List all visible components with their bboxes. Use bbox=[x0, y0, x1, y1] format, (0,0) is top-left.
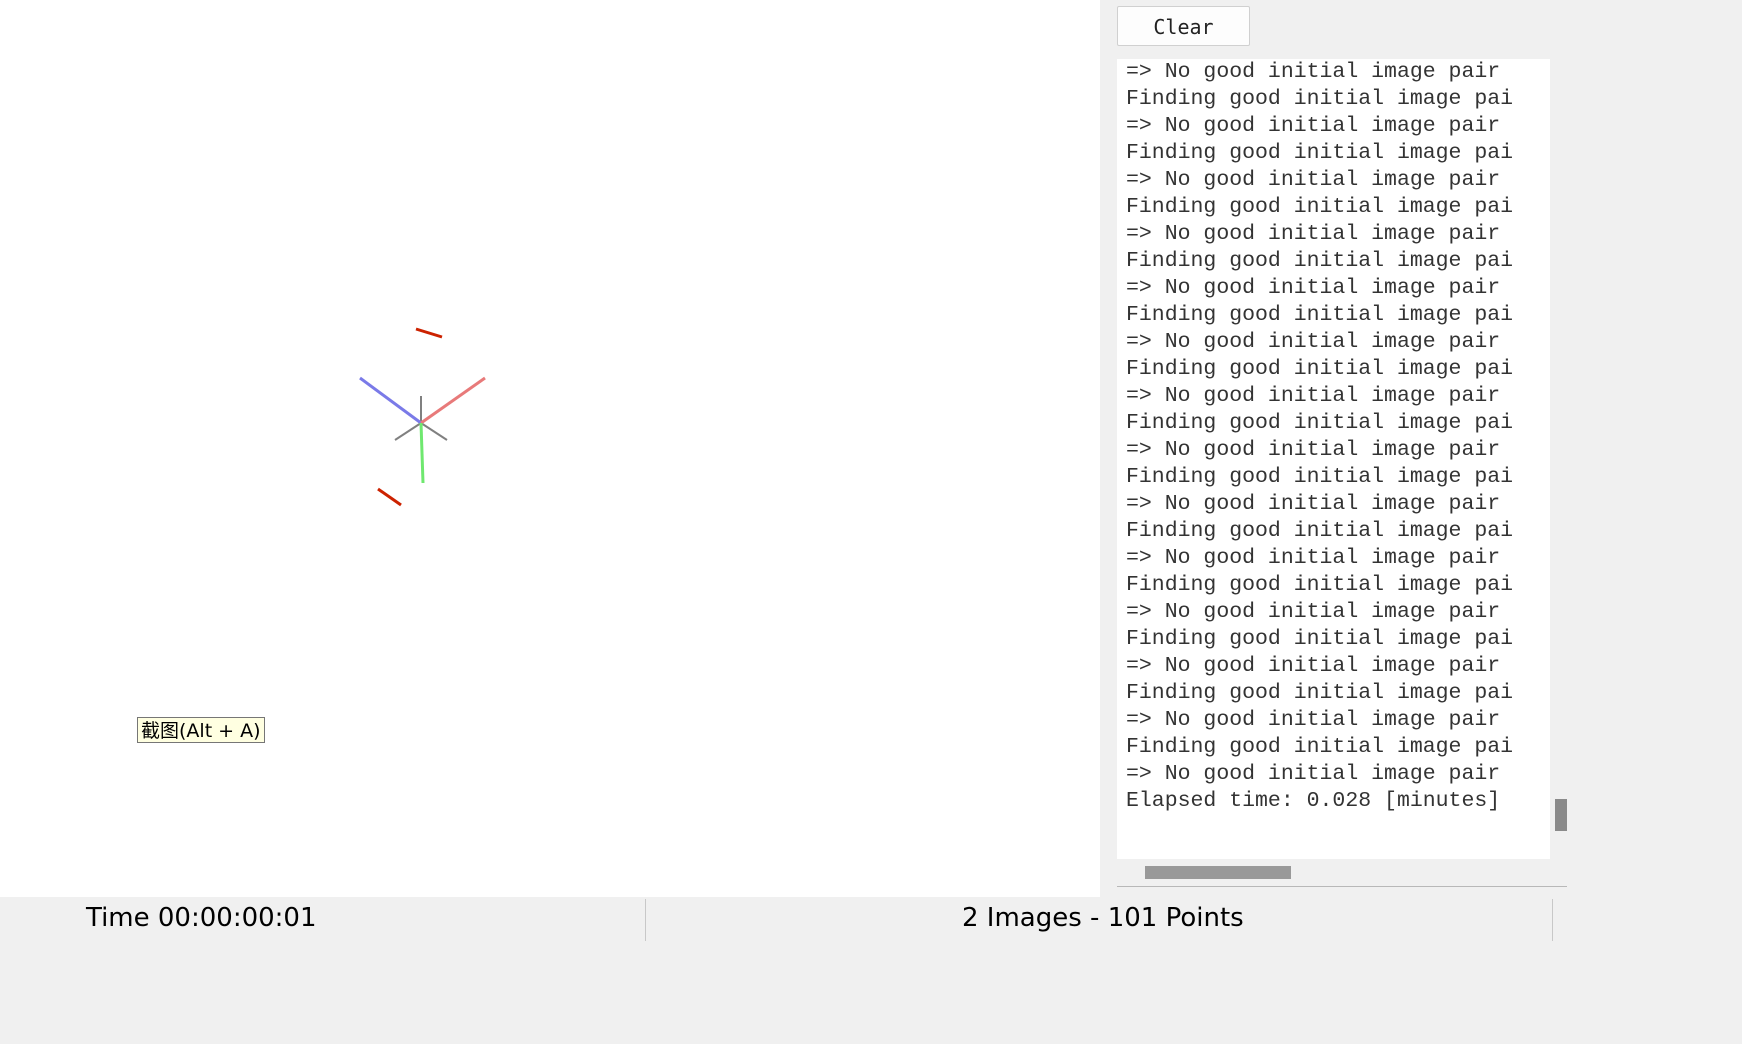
camera-frustum[interactable] bbox=[377, 487, 402, 507]
log-line: Finding good initial image pai bbox=[1126, 681, 1514, 705]
status-divider bbox=[1552, 899, 1553, 941]
log-line: => No good initial image pair bbox=[1126, 222, 1501, 246]
elapsed-time-label: Time 00:00:00:01 bbox=[86, 903, 317, 933]
log-line: Finding good initial image pai bbox=[1126, 141, 1514, 165]
log-line: Finding good initial image pai bbox=[1126, 735, 1514, 759]
clear-button[interactable]: Clear bbox=[1117, 6, 1250, 46]
log-line: => No good initial image pair bbox=[1126, 654, 1501, 678]
z-axis bbox=[359, 376, 422, 425]
log-output[interactable]: => No good initial image pair Finding goo… bbox=[1117, 59, 1550, 859]
log-line: Finding good initial image pai bbox=[1126, 195, 1514, 219]
log-line: => No good initial image pair bbox=[1126, 330, 1501, 354]
log-line: => No good initial image pair bbox=[1126, 114, 1501, 138]
log-line: Elapsed time: 0.028 [minutes] bbox=[1126, 789, 1501, 813]
log-line: => No good initial image pair bbox=[1126, 762, 1501, 786]
horizontal-scrollbar-thumb[interactable] bbox=[1145, 866, 1291, 879]
status-divider bbox=[645, 899, 646, 941]
log-panel: Clear => No good initial image pair Findi… bbox=[1100, 0, 1742, 997]
y-axis bbox=[419, 422, 425, 484]
log-line: Finding good initial image pai bbox=[1126, 87, 1514, 111]
log-line: => No good initial image pair bbox=[1126, 600, 1501, 624]
log-line: => No good initial image pair bbox=[1126, 546, 1501, 570]
scene-canvas[interactable] bbox=[0, 0, 1100, 997]
vertical-scrollbar-thumb[interactable] bbox=[1555, 799, 1567, 831]
horizontal-scrollbar[interactable] bbox=[1117, 859, 1567, 887]
log-line: => No good initial image pair bbox=[1126, 168, 1501, 192]
log-line: => No good initial image pair bbox=[1126, 438, 1501, 462]
x-axis bbox=[420, 376, 486, 425]
grid-line bbox=[420, 422, 448, 441]
log-lines: => No good initial image pair Finding goo… bbox=[1126, 59, 1513, 815]
image-point-count-label: 2 Images - 101 Points bbox=[962, 903, 1244, 933]
log-line: => No good initial image pair bbox=[1126, 492, 1501, 516]
log-line: Finding good initial image pai bbox=[1126, 519, 1514, 543]
log-line: Finding good initial image pai bbox=[1126, 357, 1514, 381]
log-line: => No good initial image pair bbox=[1126, 384, 1501, 408]
3d-viewport[interactable]: 截图(Alt + A) bbox=[0, 0, 1100, 997]
log-line: Finding good initial image pai bbox=[1126, 573, 1514, 597]
log-line: Finding good initial image pai bbox=[1126, 249, 1514, 273]
log-line: => No good initial image pair bbox=[1126, 708, 1501, 732]
app-window: 截图(Alt + A) Clear => No good initial ima… bbox=[0, 0, 1742, 1044]
grid-line bbox=[394, 422, 422, 441]
log-line: Finding good initial image pai bbox=[1126, 303, 1514, 327]
log-line: Finding good initial image pai bbox=[1126, 411, 1514, 435]
log-line: => No good initial image pair bbox=[1126, 60, 1501, 84]
log-line: Finding good initial image pai bbox=[1126, 627, 1514, 651]
screenshot-tooltip: 截图(Alt + A) bbox=[137, 717, 265, 743]
log-line: => No good initial image pair bbox=[1126, 276, 1501, 300]
camera-frustum[interactable] bbox=[415, 327, 443, 339]
log-line: Finding good initial image pai bbox=[1126, 465, 1514, 489]
status-bar: Time 00:00:00:01 2 Images - 101 Points bbox=[0, 897, 1742, 1044]
